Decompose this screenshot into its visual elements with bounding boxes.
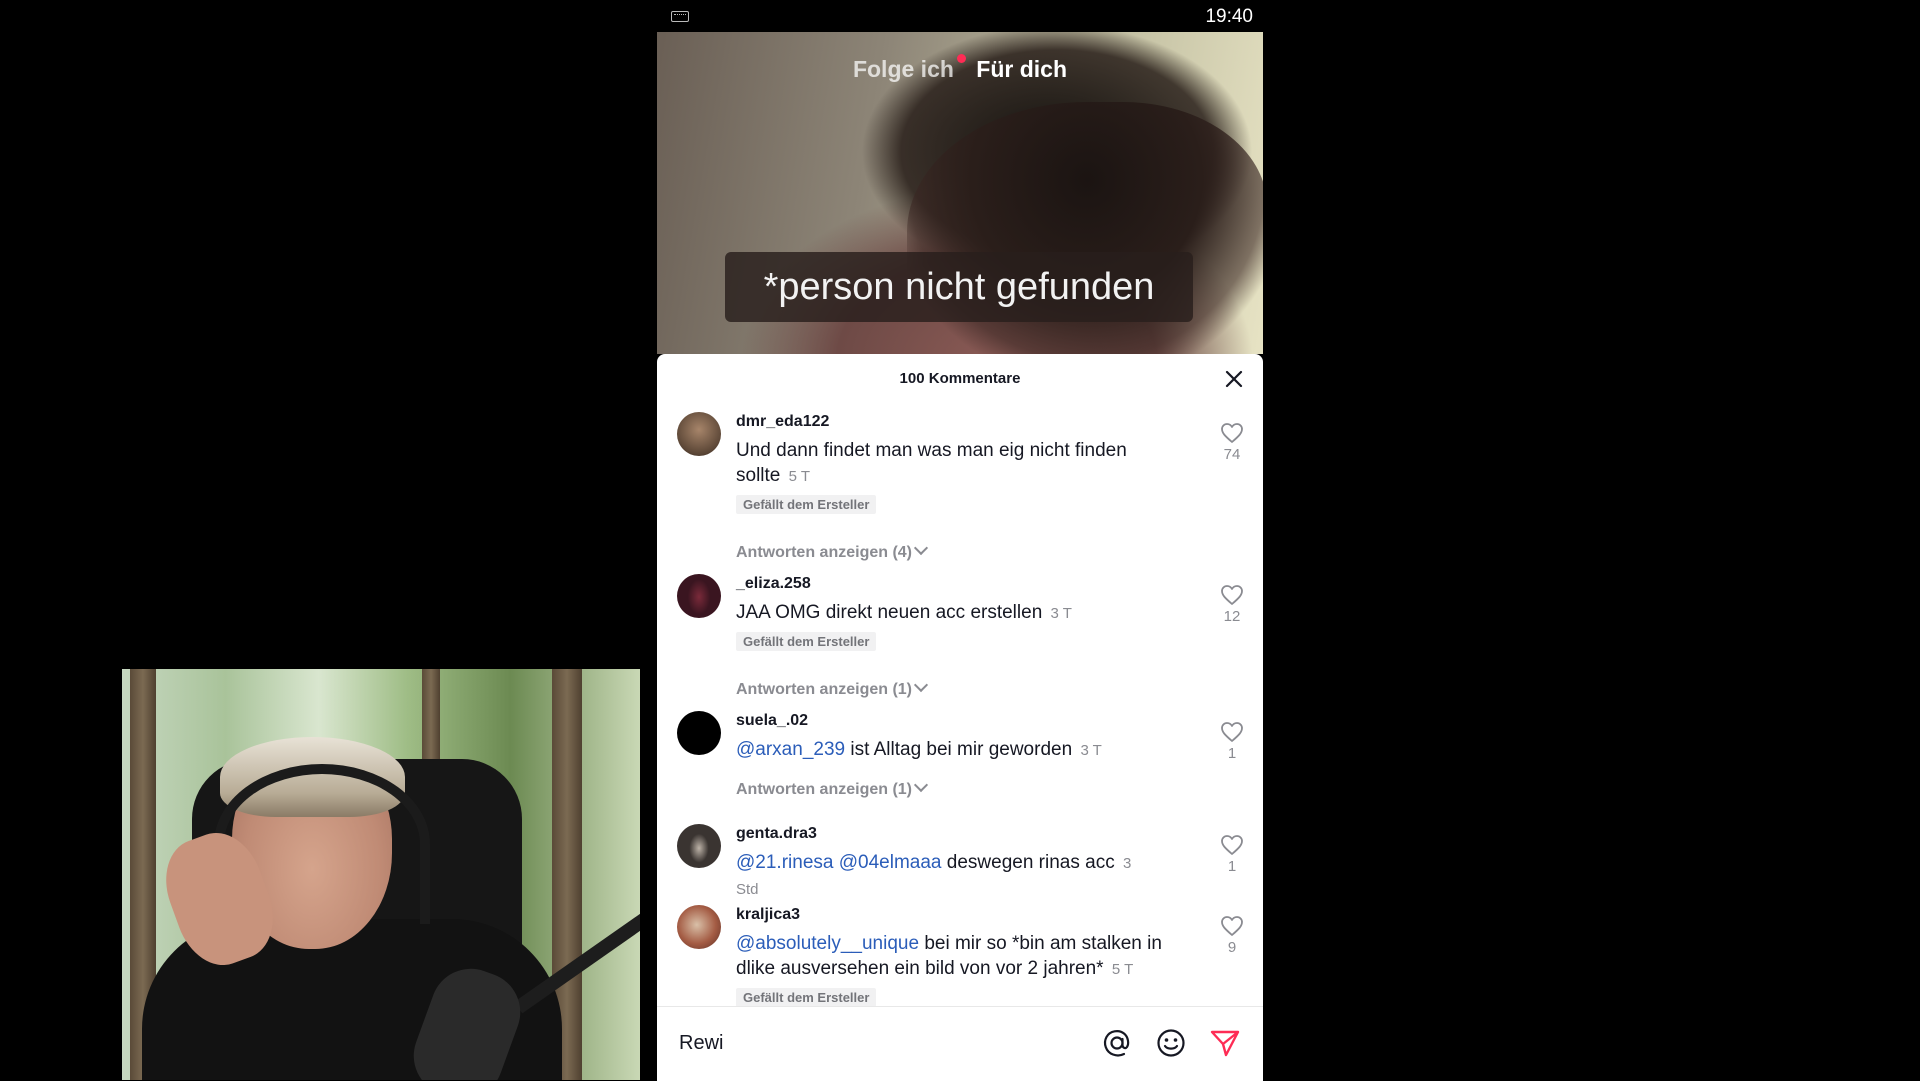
video-player[interactable]: Folge ich Für dich *person nicht gefunde… (657, 32, 1263, 354)
mention-link[interactable]: @absolutely__unique (736, 933, 919, 954)
comment-username[interactable]: suela_.02 (736, 711, 1136, 731)
close-icon[interactable] (1225, 370, 1243, 388)
comment-body: genta.dra3 @21.rinesa @04elmaaa deswegen… (736, 824, 1156, 902)
video-caption: *person nicht gefunden (725, 252, 1193, 322)
send-icon[interactable] (1209, 1027, 1241, 1059)
heart-icon (1221, 722, 1243, 742)
creator-liked-badge: Gefällt dem Ersteller (736, 495, 877, 514)
avatar[interactable] (677, 574, 721, 618)
notification-dot (956, 54, 966, 63)
view-replies-button[interactable]: Antworten anzeigen (4) (736, 540, 929, 562)
comment-text: @arxan_239 ist Alltag bei mir geworden 3… (736, 737, 1136, 763)
feed-tabs: Folge ich Für dich (657, 54, 1263, 83)
comment-time: 3 T (1050, 605, 1072, 622)
view-replies-label: Antworten anzeigen (4) (736, 544, 913, 561)
at-icon[interactable] (1101, 1027, 1133, 1059)
comment-text-content: JAA OMG direkt neuen acc erstellen (736, 602, 1043, 623)
comments-sheet: 100 Kommentare dmr_eda122 Und dann finde… (657, 354, 1263, 1006)
comments-title: 100 Kommentare (899, 370, 1021, 387)
like-button[interactable]: 1 (1217, 721, 1247, 762)
mention-link[interactable]: @arxan_239 (736, 739, 845, 760)
like-button[interactable]: 74 (1217, 422, 1247, 463)
view-replies-label: Antworten anzeigen (1) (736, 681, 913, 698)
comment-body: suela_.02 @arxan_239 ist Alltag bei mir … (736, 711, 1136, 763)
like-button[interactable]: 12 (1217, 584, 1247, 625)
comment-text: @absolutely__unique bei mir so *bin am s… (736, 931, 1196, 982)
tab-for-you-label: Für dich (976, 56, 1068, 82)
comment-username[interactable]: kraljica3 (736, 905, 1196, 925)
comment-text: JAA OMG direkt neuen acc erstellen 3 T (736, 600, 1136, 626)
chevron-down-icon (913, 677, 929, 693)
comment-username[interactable]: dmr_eda122 (736, 412, 1136, 432)
like-count: 1 (1227, 858, 1237, 875)
comment-text-content: ist Alltag bei mir geworden (850, 739, 1073, 760)
emoji-icon[interactable] (1155, 1027, 1187, 1059)
chevron-down-icon (913, 540, 929, 556)
comment-username[interactable]: genta.dra3 (736, 824, 1156, 844)
comment-body: kraljica3 @absolutely__unique bei mir so… (736, 905, 1196, 1006)
tab-following[interactable]: Folge ich (852, 54, 966, 83)
heart-icon (1221, 835, 1243, 855)
like-button[interactable]: 9 (1217, 915, 1247, 956)
keyboard-icon (671, 11, 689, 22)
avatar[interactable] (677, 824, 721, 868)
avatar[interactable] (677, 905, 721, 949)
status-bar: 19:40 (657, 0, 1263, 32)
tab-for-you[interactable]: Für dich (976, 56, 1067, 83)
creator-liked-badge: Gefällt dem Ersteller (736, 988, 877, 1006)
comment-time: 5 T (788, 468, 811, 485)
creator-liked-badge: Gefällt dem Ersteller (736, 632, 877, 651)
heart-icon (1221, 916, 1243, 936)
comment-time: 5 T (1111, 961, 1134, 978)
avatar[interactable] (677, 412, 721, 456)
comment-body: dmr_eda122 Und dann findet man was man e… (736, 412, 1136, 514)
comment-input-bar (657, 1006, 1263, 1081)
heart-icon (1221, 585, 1243, 605)
webcam-overlay (122, 669, 640, 1080)
comment-text: @21.rinesa @04elmaaa deswegen rinas acc … (736, 850, 1156, 902)
comment-time: 3 T (1080, 742, 1102, 759)
avatar[interactable] (677, 711, 721, 755)
comment-input[interactable] (677, 1025, 1071, 1061)
view-replies-button[interactable]: Antworten anzeigen (1) (736, 777, 929, 799)
chevron-down-icon (913, 777, 929, 793)
status-time: 19:40 (1205, 6, 1253, 27)
like-count: 1 (1227, 745, 1237, 762)
tab-following-label: Folge ich (852, 56, 954, 82)
mention-link[interactable]: @04elmaaa (839, 852, 942, 873)
comment-body: _eliza.258 JAA OMG direkt neuen acc erst… (736, 574, 1136, 651)
comments-header: 100 Kommentare (657, 354, 1263, 404)
view-replies-label: Antworten anzeigen (1) (736, 781, 913, 798)
like-count: 74 (1223, 446, 1241, 463)
mention-link[interactable]: @21.rinesa (736, 852, 833, 873)
comment-username[interactable]: _eliza.258 (736, 574, 1136, 594)
like-count: 9 (1227, 939, 1237, 956)
heart-icon (1221, 423, 1243, 443)
like-count: 12 (1223, 608, 1241, 625)
like-button[interactable]: 1 (1217, 834, 1247, 875)
view-replies-button[interactable]: Antworten anzeigen (1) (736, 677, 929, 699)
comment-text: Und dann findet man was man eig nicht fi… (736, 438, 1136, 489)
comment-text-content: deswegen rinas acc (946, 852, 1115, 873)
